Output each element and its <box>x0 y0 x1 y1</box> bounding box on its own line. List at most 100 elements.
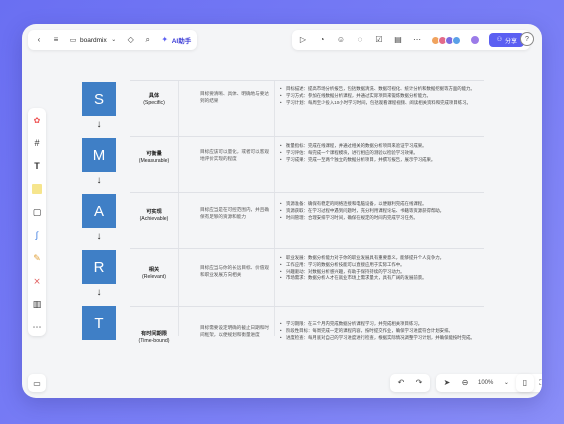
help-icon: ? <box>525 35 529 43</box>
vote-icon[interactable]: ☑ <box>374 35 384 45</box>
arrow-down-icon: ↓ <box>96 231 102 242</box>
list-item: 衡量指标：完成在线课程，并通过相关的数据分析项目来验证学习成果。 <box>280 143 484 150</box>
row-bullets: 衡量指标：完成在线课程，并通过相关的数据分析项目来验证学习成果。 学习评估：每完… <box>280 143 484 163</box>
folder-icon: ▭ <box>69 36 77 44</box>
share-label: 分享 <box>505 38 518 45</box>
row-category: 可衡量 (Measurable) <box>130 151 178 165</box>
menu-icon[interactable]: ≡ <box>51 35 61 45</box>
category-english: (Specific) <box>143 100 165 107</box>
list-item: 阶段性目标：每周完成一定的课程内容，按时提交作业，确保学习进度符合计划安排。 <box>280 328 484 335</box>
template-icon[interactable]: ▥ <box>31 298 43 310</box>
table-row[interactable]: 可实现 (Achievable) 目标应当是在可控范围内，并且确保有足够的资源和… <box>130 192 484 248</box>
boardmix-logo-icon[interactable]: ✿ <box>31 114 43 126</box>
layout-toggle[interactable]: ▯ <box>516 374 534 392</box>
frame-icon[interactable]: # <box>31 137 43 149</box>
more-icon[interactable]: ⋯ <box>412 35 422 45</box>
arrow-down-icon: ↓ <box>96 287 102 298</box>
smart-letter-r[interactable]: R <box>82 250 116 284</box>
top-bar: ‹ ≡ ▭ boardmix ⌄ ◇ ⌕ ✦ AI助手 ▷ ◔ ☺ ◌ ☑ ▤ … <box>22 24 542 56</box>
list-item: 学习期限：在三个月内完成数据分析课程学习，并完成相关项目练习。 <box>280 321 484 328</box>
list-item: 职业发展：数据分析能力对于你的职业发展具有重要意义，能够提升个人竞争力。 <box>280 255 484 262</box>
table-row[interactable]: 可衡量 (Measurable) 目标应该可以量化，或者可以客观地评价实现的程度… <box>130 136 484 192</box>
category-english: (Time-bound) <box>138 338 170 345</box>
ai-icon: ✦ <box>161 35 169 44</box>
left-toolbar: ✿ # T ▢ ∫ ✎ ⨯ ▥ ⋯ <box>28 108 46 336</box>
undo-icon[interactable]: ↶ <box>396 378 406 388</box>
comment-icon[interactable]: ◌ <box>355 35 365 45</box>
category-name: 相关 <box>148 267 160 273</box>
category-english: (Relevant) <box>142 274 166 281</box>
text-icon[interactable]: T <box>31 160 43 172</box>
cursor-icon[interactable]: ➤ <box>442 378 452 388</box>
row-category: 相关 (Relevant) <box>130 267 178 281</box>
whiteboard-canvas[interactable]: S ↓ M ↓ A ↓ R ↓ T 具体 (Specific) 目标要清晰、具体… <box>52 60 532 362</box>
help-button[interactable]: ? <box>520 32 534 46</box>
smart-letter-m[interactable]: M <box>82 138 116 172</box>
timer-icon[interactable]: ◔ <box>317 35 327 45</box>
more-tools-icon[interactable]: ⋯ <box>31 321 43 333</box>
smart-letter-t[interactable]: T <box>82 306 116 340</box>
category-name: 可衡量 <box>146 151 162 157</box>
avatar <box>452 35 461 45</box>
pen-icon[interactable]: ✎ <box>31 252 43 264</box>
chevron-down-icon[interactable]: ⌄ <box>501 378 511 388</box>
row-bullets: 目标描述：提高市场分析报告，包括数据清洗、数据可视化、统计分析和数据挖掘等方面的… <box>280 86 484 106</box>
zoom-level[interactable]: 100% <box>478 380 493 386</box>
play-icon[interactable]: ▷ <box>298 35 308 45</box>
user-avatar[interactable] <box>470 35 480 45</box>
book-icon: ▯ <box>522 378 528 387</box>
emoji-icon[interactable]: ☺ <box>336 35 346 45</box>
table-row[interactable]: 有时间期限 (Time-bound) 目标需要设定明确的截止日期和时间框架，以便… <box>130 306 484 356</box>
table-row[interactable]: 相关 (Relevant) 目标应当与你的长远目标、价值观和职业发展方向相关 职… <box>130 248 484 306</box>
search-icon[interactable]: ⌕ <box>143 35 153 45</box>
row-bullets: 资源准备：确保有稳定的网络连接和电脑设备，以便顺利完成在线课程。 资源获取：在学… <box>280 201 484 221</box>
row-description: 目标应该可以量化，或者可以客观地评价实现的程度 <box>200 149 269 161</box>
list-item: 进度检查：每月底对自己的学习进度进行检查，根据实际情况调整学习计划，并确保能按时… <box>280 335 484 342</box>
chart-icon[interactable]: ▤ <box>393 35 403 45</box>
brand[interactable]: ▭ boardmix ⌄ <box>68 35 119 45</box>
list-item: 时间管理：合理安排学习时间，确保在规定的时间内完成学习任务。 <box>280 215 484 222</box>
category-english: (Measurable) <box>138 158 170 165</box>
list-item: 资源准备：确保有稳定的网络连接和电脑设备，以便顺利完成在线课程。 <box>280 201 484 208</box>
category-name: 具体 <box>148 93 160 99</box>
mindmap-icon[interactable]: ⨯ <box>31 275 43 287</box>
row-bullets: 学习期限：在三个月内完成数据分析课程学习，并完成相关项目练习。 阶段性目标：每周… <box>280 321 484 341</box>
category-name: 有时间期限 <box>141 331 167 337</box>
brand-name: boardmix <box>80 36 107 44</box>
connector-icon[interactable]: ∫ <box>31 229 43 241</box>
row-description: 目标需要设定明确的截止日期和时间框架，以便规划和衡量进度 <box>200 325 269 337</box>
category-english: (Achievable) <box>139 216 169 223</box>
row-category: 可实现 (Achievable) <box>130 209 178 223</box>
smart-letter-a[interactable]: A <box>82 194 116 228</box>
sticky-note-icon[interactable] <box>31 183 43 195</box>
smart-letter-s[interactable]: S <box>82 82 116 116</box>
list-item: 资源获取：在学习过程中遇到问题时，充分利用课程论坛、书籍等资源获得帮助。 <box>280 208 484 215</box>
minimap-icon: ▭ <box>33 378 41 388</box>
minimap-button[interactable]: ▭ <box>28 374 46 392</box>
table-row[interactable]: 具体 (Specific) 目标要清晰、具体、明确地与要达到的结果 目标描述：提… <box>130 80 484 136</box>
zoom-out-icon[interactable]: ⊖ <box>460 378 470 388</box>
row-description: 目标要清晰、具体、明确地与要达到的结果 <box>200 91 269 103</box>
history-controls: ↶ ↷ <box>390 374 430 392</box>
row-description: 目标应当是在可控范围内，并且确保有足够的资源和能力 <box>200 207 269 219</box>
row-category: 具体 (Specific) <box>130 93 178 107</box>
share-button[interactable]: ⚇ 分享 <box>489 33 525 47</box>
ai-assistant-button[interactable]: ✦ AI助手 <box>160 35 191 46</box>
back-icon[interactable]: ‹ <box>34 35 44 45</box>
tag-icon[interactable]: ◇ <box>126 35 136 45</box>
top-left-toolbar: ‹ ≡ ▭ boardmix ⌄ ◇ ⌕ ✦ AI助手 <box>28 30 198 50</box>
list-item: 学习计划：每周至少投入10小时学习时间，包括观看课程视频、阅读相关资料和完成项目… <box>280 100 484 107</box>
list-item: 学习成果：完成一至两个独立的数据分析项目，并撰写报告，展示学习成果。 <box>280 157 484 164</box>
shape-icon[interactable]: ▢ <box>31 206 43 218</box>
collaborator-avatars[interactable] <box>431 35 461 45</box>
row-description: 目标应当与你的长远目标、价值观和职业发展方向相关 <box>200 265 269 277</box>
fit-screen-icon[interactable]: ⛶ <box>537 378 542 388</box>
list-item: 目标描述：提高市场分析报告，包括数据清洗、数据可视化、统计分析和数据挖掘等方面的… <box>280 86 484 93</box>
top-right-toolbar: ▷ ◔ ☺ ◌ ☑ ▤ ⋯ ⚇ 分享 <box>292 30 531 50</box>
list-item: 市场需求：数据分析人才在就业市场上需求量大，具有广阔的发展前景。 <box>280 275 484 282</box>
chevron-down-icon: ⌄ <box>111 37 117 43</box>
redo-icon[interactable]: ↷ <box>414 378 424 388</box>
row-category: 有时间期限 (Time-bound) <box>130 331 178 345</box>
row-bullets: 职业发展：数据分析能力对于你的职业发展具有重要意义，能够提升个人竞争力。 工作应… <box>280 255 484 282</box>
list-item: 学习方式：参加在线数据分析课程，并通过实际项目来锻炼数据分析能力。 <box>280 93 484 100</box>
